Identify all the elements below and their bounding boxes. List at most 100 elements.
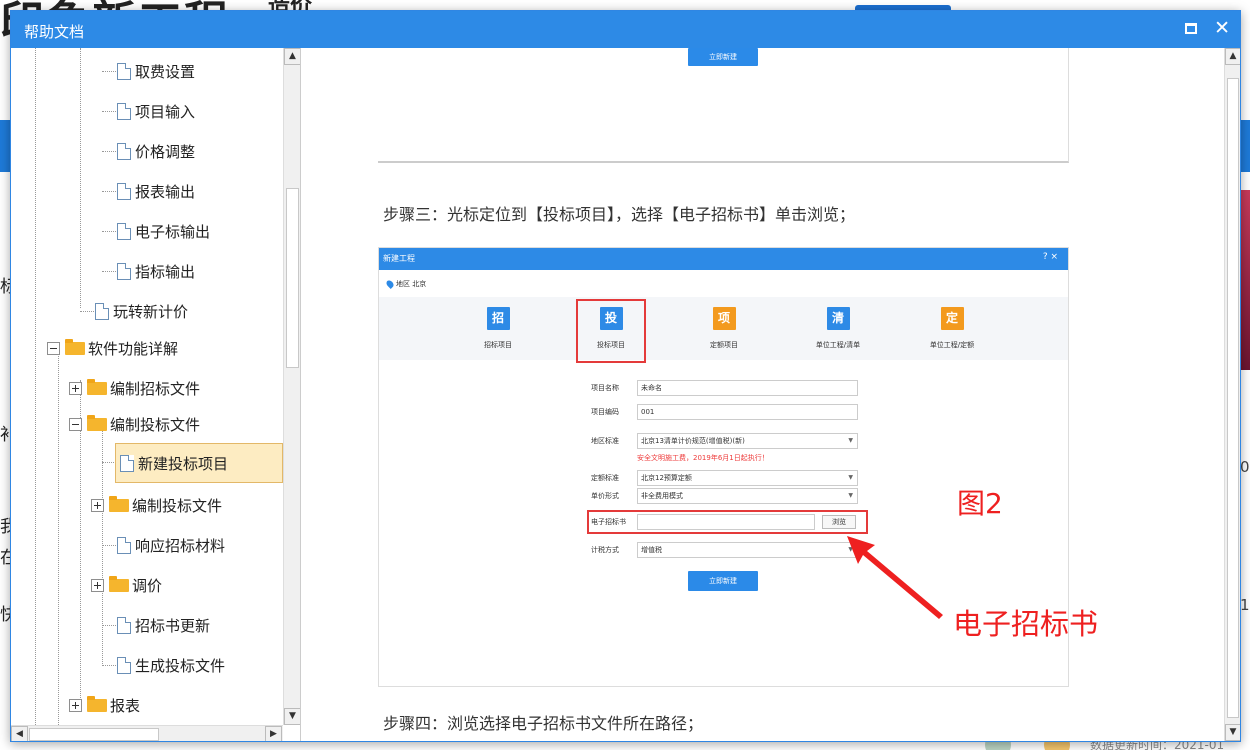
project-type-label: 定额项目 — [710, 341, 738, 349]
tree-item-label: 报表输出 — [135, 182, 196, 201]
tree-item-fee-settings[interactable]: 取费设置 — [117, 59, 195, 83]
help-document-modal: 帮助文档 ✕ 取费设置 项目输入 价格调整 报表输出 电子标输出 指标输出 玩转… — [10, 10, 1241, 742]
tree-panel: 取费设置 项目输入 价格调整 报表输出 电子标输出 指标输出 玩转新计价 软件功… — [11, 48, 301, 741]
project-type-unit-quota: 定 单位工程/定额 — [907, 307, 997, 350]
scrollbar-thumb[interactable] — [29, 728, 159, 741]
collapse-icon[interactable] — [47, 341, 60, 355]
folder-icon — [87, 695, 107, 712]
document-icon — [117, 102, 131, 120]
tree-item-indicator-output[interactable]: 指标输出 — [117, 259, 195, 283]
create-now-button-image: 立即新建 — [688, 48, 758, 66]
tree-item-label: 响应招标材料 — [135, 536, 226, 555]
step-three-text: 步骤三：光标定位到【投标项目】，选择【电子招标书】单击浏览； — [383, 205, 856, 224]
tree-item-new-bid-project[interactable]: 新建投标项目 — [115, 443, 283, 483]
modal-title: 帮助文档 — [24, 23, 85, 41]
tree-item-compile-bid-file[interactable]: 编制投标文件 — [91, 493, 222, 517]
tree-item-price-tuning[interactable]: 调价 — [91, 573, 162, 597]
create-now-button-image: 立即新建 — [688, 571, 758, 591]
scrollbar-thumb[interactable] — [286, 188, 299, 368]
scroll-down-icon[interactable]: ▼ — [1225, 724, 1240, 741]
tree-connector — [80, 311, 94, 312]
scroll-up-icon[interactable]: ▲ — [1225, 48, 1240, 65]
scroll-down-icon[interactable]: ▼ — [284, 708, 300, 725]
project-type-label: 招标项目 — [484, 341, 512, 349]
tree-item-label: 生成投标文件 — [135, 656, 226, 675]
tree-item-label: 项目输入 — [135, 102, 196, 121]
close-icon[interactable]: ✕ — [1214, 17, 1230, 39]
tree-item-report-output[interactable]: 报表输出 — [117, 179, 195, 203]
tree-item-label: 招标书更新 — [135, 616, 211, 635]
expand-icon[interactable] — [69, 381, 82, 395]
tree-item-compile-bid[interactable]: 编制投标文件 — [69, 412, 200, 436]
tree-item-generate-bid[interactable]: 生成投标文件 — [117, 653, 225, 677]
scroll-left-icon[interactable]: ◀ — [11, 726, 28, 741]
collapse-icon[interactable] — [69, 417, 82, 431]
tree-connector — [102, 231, 116, 232]
unit-list-icon: 清 — [826, 307, 850, 330]
tree-item-reports[interactable]: 报表 — [69, 693, 140, 717]
tree-item-project-input[interactable]: 项目输入 — [117, 99, 195, 123]
tree-item-label: 价格调整 — [135, 142, 196, 161]
tree-item-respond-materials[interactable]: 响应招标材料 — [117, 533, 225, 557]
field-quota-standard: 定额标准 北京12预算定额 ▼ — [591, 470, 858, 486]
folder-icon — [109, 575, 129, 592]
document-icon — [120, 454, 134, 472]
tree-connector — [80, 48, 81, 308]
tender-icon: 招 — [486, 307, 510, 330]
field-project-code: 项目编码 001 — [591, 404, 858, 420]
tree-horizontal-scrollbar[interactable]: ◀ ▶ — [11, 725, 283, 741]
tree-item-label: 报表 — [110, 696, 141, 715]
dialog-title: 新建工程 — [383, 254, 415, 263]
tree-item-price-adjust[interactable]: 价格调整 — [117, 139, 195, 163]
scroll-up-icon[interactable]: ▲ — [284, 48, 300, 65]
tree-item-label: 调价 — [132, 576, 163, 595]
field-unit-price: 单价形式 非全费用模式 ▼ — [591, 488, 858, 504]
content-vertical-scrollbar[interactable]: ▲ ▼ — [1224, 48, 1240, 741]
folder-icon — [87, 414, 107, 431]
bid-project-highlight — [576, 299, 646, 363]
e-tender-annotation: 电子招标书 — [953, 607, 1099, 641]
e-tender-highlight — [587, 510, 868, 534]
help-content: 立即新建 步骤三：光标定位到【投标项目】，选择【电子招标书】单击浏览； 新建工程… — [301, 48, 1224, 741]
tree-item-tender-update[interactable]: 招标书更新 — [117, 613, 210, 637]
red-arrow-icon — [847, 536, 943, 619]
modal-titlebar: 帮助文档 ✕ — [11, 11, 1240, 48]
tree-vertical-scrollbar[interactable]: ▲ ▼ — [283, 48, 300, 725]
expand-icon[interactable] — [91, 498, 104, 512]
tree-item-master-pricing[interactable]: 玩转新计价 — [95, 299, 188, 323]
tree-connector — [58, 348, 59, 725]
dialog-controls: ? × — [1042, 252, 1058, 262]
tree-connector — [102, 111, 116, 112]
tree-item-software-features[interactable]: 软件功能详解 — [47, 336, 178, 360]
tree-item-label: 取费设置 — [135, 62, 196, 81]
document-icon — [95, 302, 109, 320]
document-icon — [117, 656, 131, 674]
background-text: 0 — [1240, 458, 1250, 476]
chevron-down-icon: ▼ — [848, 492, 853, 499]
background-band-left — [0, 120, 10, 172]
document-icon — [117, 62, 131, 80]
scrollbar-thumb[interactable] — [1227, 78, 1239, 718]
tree-item-compile-tender[interactable]: 编制招标文件 — [69, 376, 200, 400]
location-pin-icon — [385, 279, 395, 289]
tree-item-label: 软件功能详解 — [88, 339, 179, 358]
project-type-unit-list: 清 单位工程/清单 — [793, 307, 883, 350]
dialog-region: 地区 北京 — [385, 279, 427, 289]
tree-item-e-bid-output[interactable]: 电子标输出 — [117, 219, 210, 243]
expand-icon[interactable] — [91, 578, 104, 592]
background-image — [1240, 190, 1250, 370]
tree-connector — [102, 191, 116, 192]
tree-connector — [102, 71, 116, 72]
maximize-icon[interactable] — [1185, 23, 1197, 34]
scroll-right-icon[interactable]: ▶ — [265, 726, 282, 741]
expand-icon[interactable] — [69, 698, 82, 712]
document-icon — [117, 262, 131, 280]
tree-connector — [102, 151, 116, 152]
tree-connector — [102, 271, 116, 272]
tree-item-label: 编制招标文件 — [110, 379, 201, 398]
project-type-quota: 项 定额项目 — [679, 307, 769, 350]
document-icon — [117, 142, 131, 160]
tree-connector — [102, 625, 116, 626]
tree-connector — [102, 462, 116, 463]
region-label: 地区 北京 — [396, 280, 427, 288]
